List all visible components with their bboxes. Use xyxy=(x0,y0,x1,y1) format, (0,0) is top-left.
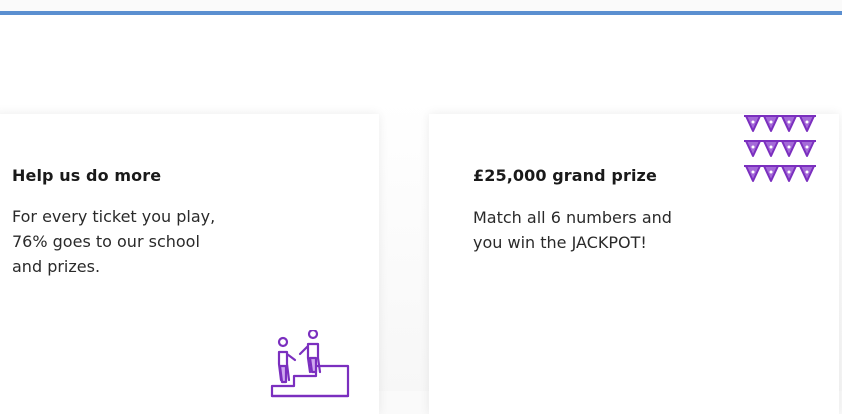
stairs-people-icon xyxy=(270,330,350,398)
card-description: Match all 6 numbers and you win the JACK… xyxy=(473,208,672,252)
bunting-icon xyxy=(744,115,816,182)
card-title: Help us do more xyxy=(12,166,162,185)
card-title: £25,000 grand prize xyxy=(473,166,657,185)
content-area: Help us do more For every ticket you pla… xyxy=(0,15,842,414)
card-description: For every ticket you play, 76% goes to o… xyxy=(12,207,216,276)
